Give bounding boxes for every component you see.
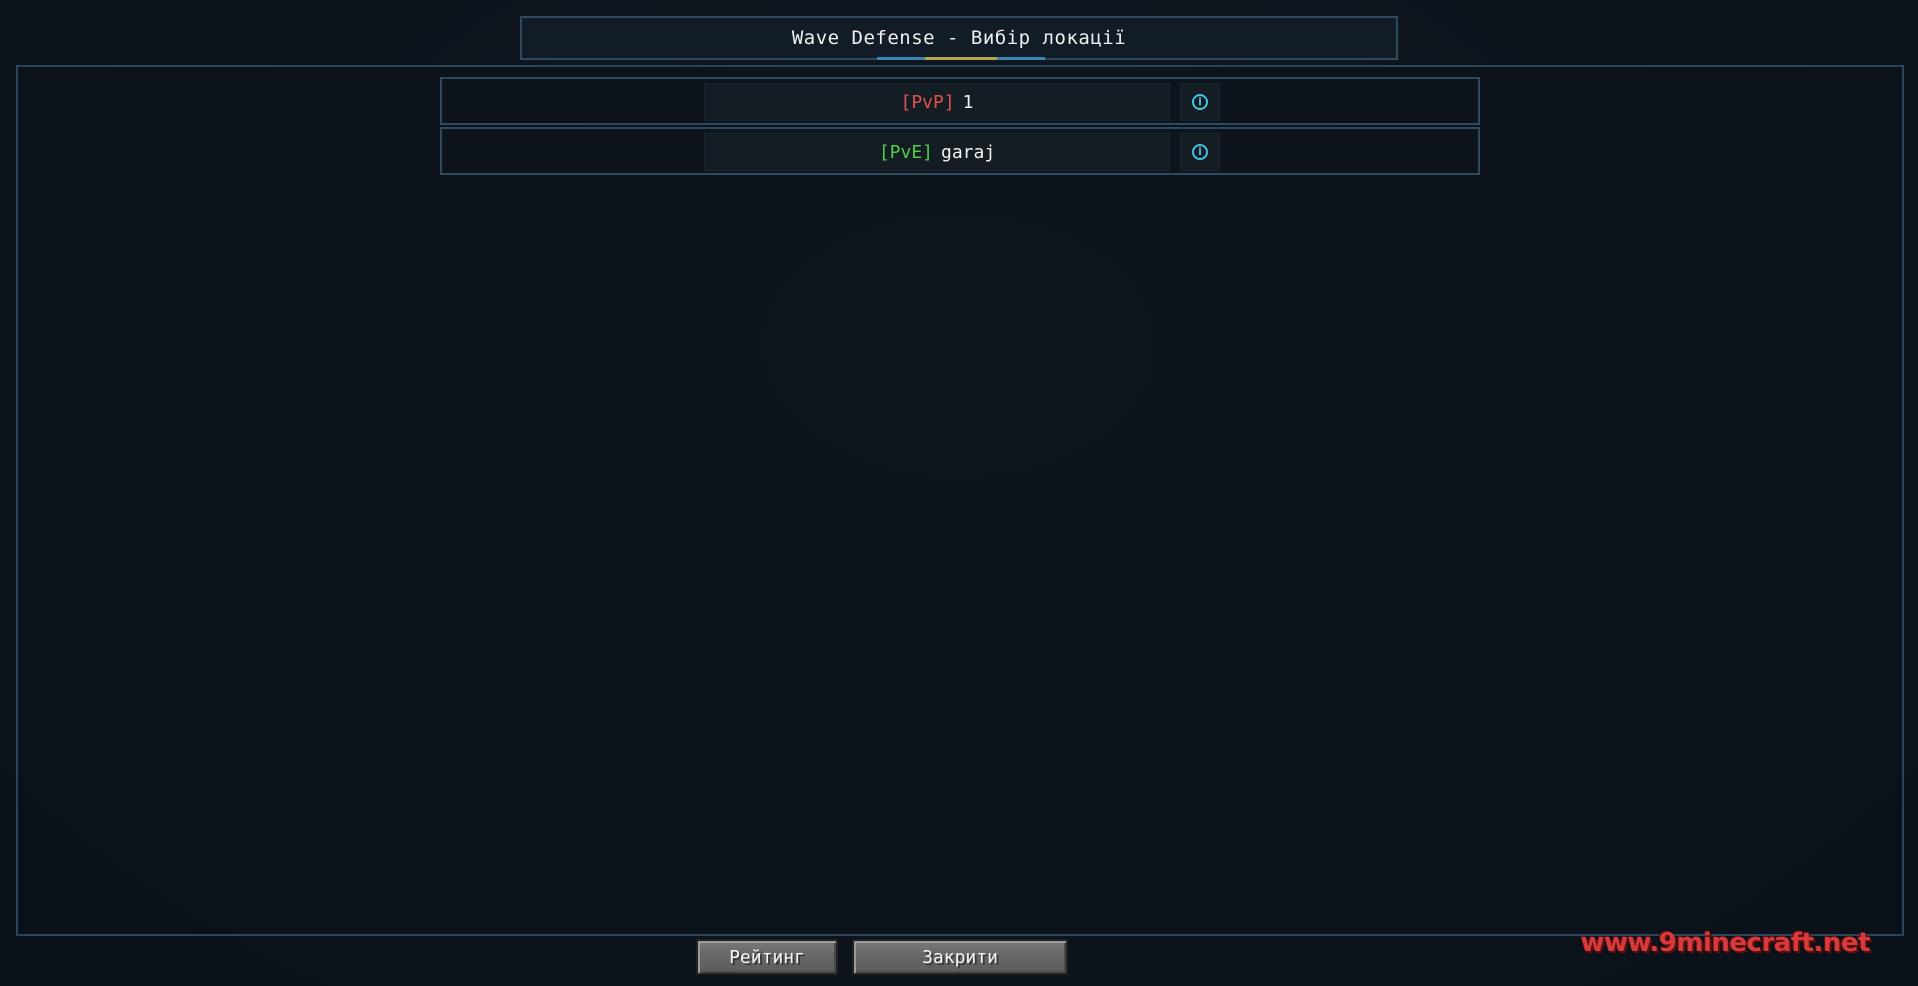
- location-name: 1: [962, 91, 974, 113]
- info-icon: i: [1192, 94, 1208, 110]
- location-button-pve-garaj[interactable]: [PvE] garaj: [704, 133, 1170, 171]
- location-row: [PvE] garaj i: [440, 127, 1480, 175]
- location-info-button[interactable]: i: [1180, 133, 1220, 171]
- close-button[interactable]: Закрити: [852, 939, 1068, 975]
- title-underline: [877, 57, 1045, 60]
- location-tag: [PvP]: [900, 91, 955, 113]
- info-icon: i: [1192, 144, 1208, 160]
- location-button-pvp-1[interactable]: [PvP] 1: [704, 83, 1170, 121]
- location-tag: [PvE]: [878, 141, 933, 163]
- watermark-logo: www.9minecraft.net: [1580, 928, 1871, 958]
- location-info-button[interactable]: i: [1180, 83, 1220, 121]
- title-underline-accent: [925, 57, 997, 60]
- rating-button[interactable]: Рейтинг: [696, 939, 838, 975]
- location-row: [PvP] 1 i: [440, 77, 1480, 125]
- main-panel: [16, 65, 1904, 936]
- location-name: garaj: [941, 141, 996, 163]
- title-bar: Wave Defense - Вибір локації: [520, 16, 1398, 60]
- page-title: Wave Defense - Вибір локації: [791, 27, 1127, 49]
- location-select-screen: Wave Defense - Вибір локації [PvP] 1 i […: [0, 0, 1918, 986]
